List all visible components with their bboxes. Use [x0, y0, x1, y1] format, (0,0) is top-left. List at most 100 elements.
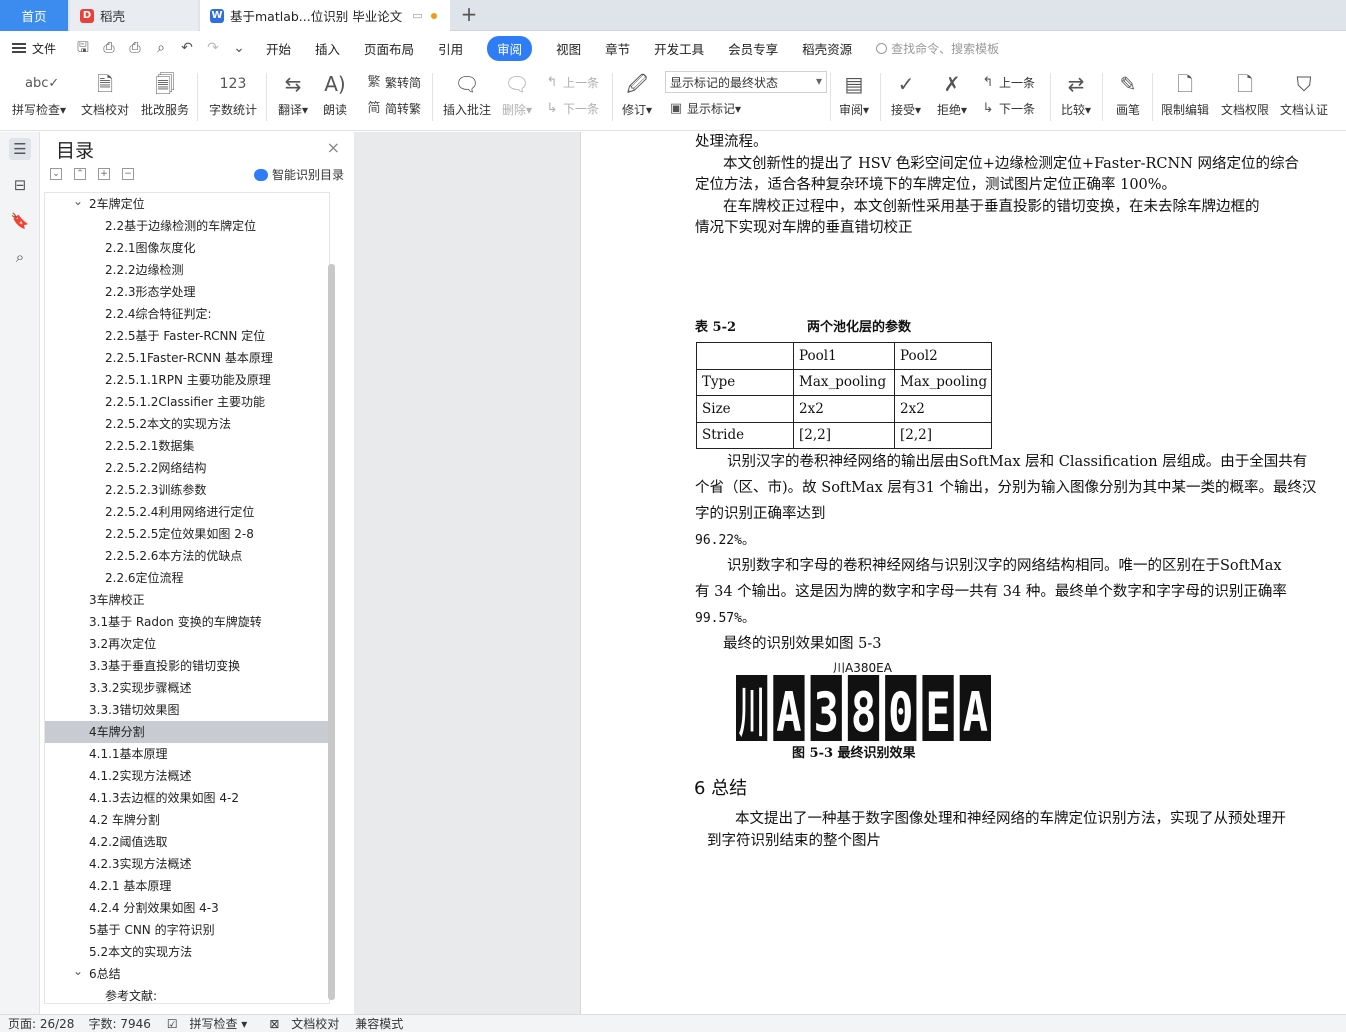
toc-item[interactable]: 3.3.3错切效果图	[45, 699, 329, 721]
menu-review[interactable]: 审阅	[487, 35, 533, 61]
spellcheck-button[interactable]: abc✓ 拼写检查▾	[10, 69, 68, 118]
toc-item[interactable]: 4.2 车牌分割	[45, 809, 329, 831]
toc-item[interactable]: 参考文献:	[45, 985, 329, 1003]
new-tab-button[interactable]: +	[458, 4, 480, 26]
document-page[interactable]: 处理流程。 本文创新性的提出了 HSV 色彩空间定位+边缘检测定位+Faster…	[580, 132, 1346, 1014]
toc-item[interactable]: 2.2.5.2.6本方法的优缺点	[45, 545, 329, 567]
menu-daoke-resources[interactable]: 稻壳资源	[802, 39, 852, 58]
more-icon[interactable]: ⌄	[230, 39, 248, 57]
word-count[interactable]: 字数: 7946	[88, 1015, 150, 1032]
toc-item[interactable]: 4车牌分割	[45, 721, 329, 743]
accept-button[interactable]: ✓ 接受▾	[888, 69, 924, 118]
batch-service-button[interactable]: 🗐 批改服务	[138, 69, 192, 118]
toc-item[interactable]: 5基于 CNN 的字符识别	[45, 919, 329, 941]
chevron-down-icon[interactable]: ⌄	[73, 960, 83, 982]
window-icon[interactable]: ▭	[412, 9, 422, 22]
toc-item[interactable]: 3.2再次定位	[45, 633, 329, 655]
doc-permission-button[interactable]: 🗋 文档权限	[1218, 69, 1272, 118]
add-entry-icon[interactable]: +	[98, 168, 110, 180]
read-aloud-button[interactable]: A) 朗读	[318, 69, 352, 118]
redo-icon[interactable]: ↷	[204, 39, 222, 57]
wordcount-button[interactable]: 123 字数统计	[206, 69, 260, 118]
chevron-down-icon[interactable]: ⌄	[73, 193, 83, 212]
menu-view[interactable]: 视图	[556, 39, 581, 58]
toc-item[interactable]: 2.2.5.1Faster-RCNN 基本原理	[45, 347, 329, 369]
tab-home[interactable]: 首页	[0, 0, 68, 31]
search-icon[interactable]: ⌕	[9, 246, 31, 268]
preview-icon[interactable]: ⌕	[152, 39, 170, 57]
toc-item[interactable]: 2.2.5.1.1RPN 主要功能及原理	[45, 369, 329, 391]
file-menu[interactable]: 文件	[12, 40, 56, 57]
toc-item[interactable]: 4.1.2实现方法概述	[45, 765, 329, 787]
remove-entry-icon[interactable]: −	[122, 168, 134, 180]
prev-change-button[interactable]: ↰ 上一条	[980, 74, 1035, 91]
doc-certify-button[interactable]: ⛉ 文档认证	[1277, 69, 1331, 118]
menu-chapter[interactable]: 章节	[605, 39, 630, 58]
toc-item[interactable]: 2.2.6定位流程	[45, 567, 329, 589]
menu-reference[interactable]: 引用	[438, 39, 463, 58]
toc-item[interactable]: 2.2.5.1.2Classifier 主要功能	[45, 391, 329, 413]
toc-item[interactable]: 4.2.1 基本原理	[45, 875, 329, 897]
next-comment-button[interactable]: ↳ 下一条	[544, 100, 599, 117]
page-indicator[interactable]: 页面: 26/28	[8, 1015, 74, 1032]
toc-item[interactable]: 2.2.1图像灰度化	[45, 237, 329, 259]
proofread-status[interactable]: ⊠ 文档校对	[261, 1015, 339, 1032]
review-pane-button[interactable]: ▤ 审阅▾	[836, 69, 872, 118]
toc-icon[interactable]: ☰	[9, 138, 31, 160]
toc-item[interactable]: 3.3.2实现步骤概述	[45, 677, 329, 699]
toc-item[interactable]: 3车牌校正	[45, 589, 329, 611]
pen-button[interactable]: ✎ 画笔	[1110, 69, 1146, 118]
show-markup-button[interactable]: ▣ 显示标记 ▾	[668, 100, 741, 117]
toc-item[interactable]: 5.2本文的实现方法	[45, 941, 329, 963]
next-change-button[interactable]: ↳ 下一条	[980, 100, 1035, 117]
markup-state-select[interactable]: 显示标记的最终状态 ▾	[665, 71, 827, 93]
toc-item[interactable]: 2.2.5.2.3训练参数	[45, 479, 329, 501]
toc-item[interactable]: 2.2.5.2.1数据集	[45, 435, 329, 457]
command-search[interactable]: 查找命令、搜索模板	[876, 40, 999, 57]
export-icon[interactable]: ⎙	[100, 39, 118, 57]
toc-item[interactable]: 2.2.2边缘检测	[45, 259, 329, 281]
chapter-nav-icon[interactable]: ⊟	[9, 174, 31, 196]
compare-button[interactable]: ⇄ 比较▾	[1058, 69, 1094, 118]
save-icon[interactable]: 🖫	[74, 39, 92, 57]
reject-button[interactable]: ✗ 拒绝▾	[934, 69, 970, 118]
toc-item[interactable]: 2.2.3形态学处理	[45, 281, 329, 303]
toc-item[interactable]: 4.1.3去边框的效果如图 4-2	[45, 787, 329, 809]
proofread-button[interactable]: 🗎 文档校对	[78, 69, 132, 118]
toc-item[interactable]: 4.2.3实现方法概述	[45, 853, 329, 875]
toc-item[interactable]: 2.2.5.2.4利用网络进行定位	[45, 501, 329, 523]
spellcheck-status[interactable]: ☑ 拼写检查 ▾	[159, 1015, 247, 1032]
insert-comment-button[interactable]: 🗨 插入批注	[440, 69, 494, 118]
trad-to-simp-button[interactable]: 繁繁转简	[366, 74, 421, 91]
toc-item[interactable]: 2.2.5基于 Faster-RCNN 定位	[45, 325, 329, 347]
tab-daoke[interactable]: D 稻壳	[70, 0, 198, 31]
toc-item[interactable]: 2.2基于边缘检测的车牌定位	[45, 215, 329, 237]
menu-member[interactable]: 会员专享	[728, 39, 778, 58]
smart-toc-button[interactable]: 智能识别目录	[253, 166, 344, 183]
toc-item[interactable]: 2.2.5.2.5定位效果如图 2-8	[45, 523, 329, 545]
simp-to-trad-button[interactable]: 简简转繁	[366, 100, 421, 117]
toc-item[interactable]: 4.1.1基本原理	[45, 743, 329, 765]
toc-item[interactable]: 4.2.2阈值选取	[45, 831, 329, 853]
translate-button[interactable]: ⇆ 翻译▾	[274, 69, 312, 118]
undo-icon[interactable]: ↶	[178, 39, 196, 57]
toc-item[interactable]: 2.2.5.2本文的实现方法	[45, 413, 329, 435]
collapse-all-icon[interactable]: ⌄	[50, 168, 62, 180]
toc-item[interactable]: 2.2.5.2.2网络结构	[45, 457, 329, 479]
toc-item[interactable]: 3.1基于 Radon 变换的车牌旋转	[45, 611, 329, 633]
toc-item[interactable]: 2.2.4综合特征判定:	[45, 303, 329, 325]
menu-start[interactable]: 开始	[266, 39, 291, 58]
toc-item[interactable]: 3.3基于垂直投影的错切变换	[45, 655, 329, 677]
close-icon[interactable]: ×	[327, 138, 340, 157]
toc-item[interactable]: ⌄ 2车牌定位	[45, 193, 329, 215]
menu-layout[interactable]: 页面布局	[364, 39, 414, 58]
tab-document[interactable]: W 基于matlab...位识别 毕业论文 ▭	[200, 0, 450, 31]
menu-devtools[interactable]: 开发工具	[654, 39, 704, 58]
revise-button[interactable]: 🖉 修订▾	[618, 69, 656, 118]
expand-all-icon[interactable]: ⌃	[74, 168, 86, 180]
delete-comment-button[interactable]: 🗨 删除▾	[498, 69, 536, 118]
toc-item[interactable]: 4.2.4 分割效果如图 4-3	[45, 897, 329, 919]
toc-item[interactable]: ⌄ 6总结	[45, 963, 329, 985]
restrict-edit-button[interactable]: 🗋 限制编辑	[1158, 69, 1212, 118]
toc-scrollbar[interactable]	[328, 264, 335, 1000]
